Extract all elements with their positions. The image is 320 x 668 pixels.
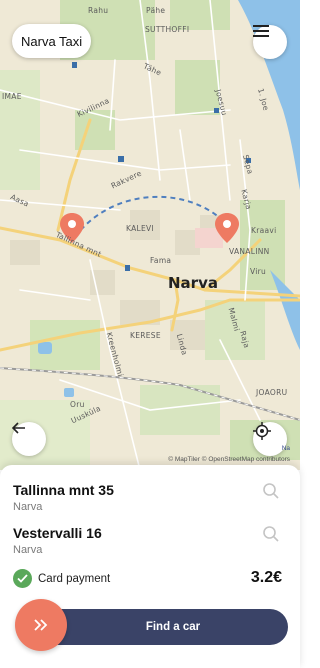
map-label: Kraavi	[251, 226, 277, 235]
map-label: IMAE	[2, 92, 22, 101]
search-icon[interactable]	[262, 525, 280, 543]
brand-label: Narva Taxi	[12, 24, 92, 58]
check-icon	[13, 569, 32, 588]
search-icon[interactable]	[262, 482, 280, 500]
destination-city: Narva	[13, 544, 43, 556]
price-label: 3.2€	[250, 569, 282, 586]
map-label: KALEVI	[126, 224, 154, 233]
map-attribution[interactable]: © MapTiler © OpenStreetMap contributors	[168, 456, 290, 463]
map-view[interactable]: Rahu Pähe SUTTHOFFI Kivilinna Tähe Joesu…	[0, 0, 300, 470]
menu-button[interactable]	[253, 25, 287, 59]
hamburger-icon	[253, 25, 269, 37]
map-label: SUTTHOFFI	[145, 25, 190, 34]
map-attribution-partial: Na	[281, 445, 290, 452]
double-chevron-right-icon	[34, 619, 48, 631]
map-label: JOAORU	[256, 388, 288, 397]
map-label: Viru	[250, 267, 267, 276]
go-button[interactable]	[15, 599, 67, 651]
payment-method[interactable]: Card payment	[13, 569, 110, 588]
map-city-label: Narva	[168, 274, 218, 292]
crosshair-icon	[253, 422, 271, 440]
map-label: Oru	[70, 400, 85, 409]
map-label: Rahu	[88, 6, 109, 15]
origin-street: Tallinna mnt 35	[13, 482, 114, 498]
arrow-left-icon	[12, 422, 25, 434]
origin-city: Narva	[13, 501, 43, 513]
trip-panel: Tallinna mnt 35 Narva Vestervalli 16 Nar…	[0, 465, 300, 668]
map-label: Fama	[150, 256, 172, 265]
find-car-label: Find a car	[145, 621, 201, 633]
payment-label: Card payment	[38, 572, 111, 585]
destination-address[interactable]: Vestervalli 16 Narva	[13, 525, 287, 556]
back-button[interactable]	[12, 422, 46, 456]
origin-address[interactable]: Tallinna mnt 35 Narva	[13, 482, 287, 513]
map-label: Pähe	[146, 6, 166, 15]
map-label: VANALINN	[229, 247, 270, 256]
destination-street: Vestervalli 16	[13, 525, 102, 541]
map-label: KERESE	[130, 331, 161, 340]
